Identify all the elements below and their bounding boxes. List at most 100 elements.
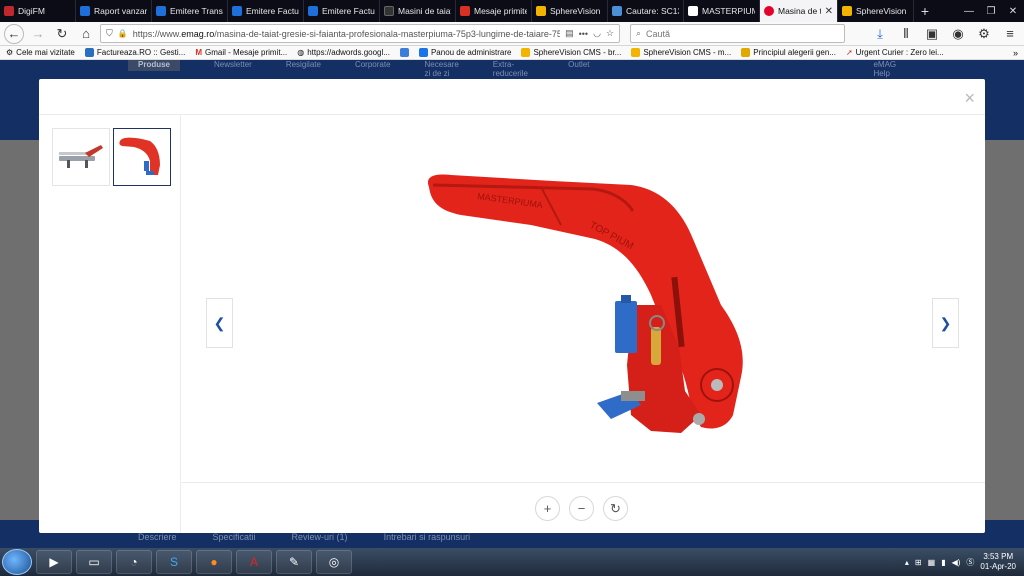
products-menu-button: Produse <box>128 60 181 71</box>
url-prefix: https://www. <box>132 28 182 39</box>
home-icon[interactable]: ⌂ <box>76 24 96 44</box>
tray-expand-icon[interactable]: ▴ <box>905 558 909 567</box>
handle-thumbnail <box>119 137 160 175</box>
forward-arrow-icon[interactable]: → <box>28 24 48 44</box>
bookmark-item[interactable]: Panou de administrare <box>418 48 512 57</box>
lock-icon[interactable]: 🔒 <box>118 29 128 38</box>
browser-tab[interactable]: SphereVision <box>838 0 914 22</box>
bookmark-item[interactable]: ➚ Urgent Curier : Zero lei... <box>846 48 944 57</box>
reload-icon[interactable]: ↻ <box>52 24 72 44</box>
volume-icon[interactable]: ◀) <box>952 558 961 567</box>
tab-specifications: Specificatii <box>212 532 256 542</box>
windows-start-icon[interactable] <box>2 549 32 575</box>
globe-icon: ◍ <box>297 48 305 57</box>
tab-label: SphereVision <box>550 6 601 16</box>
clock-date: 01-Apr-20 <box>980 562 1016 571</box>
bookmark-item[interactable]: ⚙ Cele mai vizitate <box>6 48 75 57</box>
download-icon[interactable]: ⤓ <box>870 24 890 44</box>
browser-tab[interactable]: MASTERPIUMA <box>684 0 760 22</box>
bookmark-item[interactable]: Principiul alegerii gen... <box>741 48 836 57</box>
url-bar[interactable]: ⛉ 🔒 https://www.emag.ro/masina-de-taiat-… <box>100 24 620 43</box>
page-actions-icon[interactable]: ••• <box>579 29 588 39</box>
browser-tab[interactable]: Emitere Transp <box>152 0 228 22</box>
bookmark-star-icon[interactable]: ☆ <box>606 28 614 39</box>
menu-icon[interactable]: ≡ <box>1000 24 1020 44</box>
shield-icon[interactable]: ⛉ <box>106 28 113 39</box>
clock[interactable]: 3:53 PM 01-Apr-20 <box>980 552 1016 572</box>
previous-image-button[interactable]: ❮ <box>206 298 233 348</box>
bookmark-favicon-icon <box>741 48 751 57</box>
zoom-out-button[interactable]: − <box>569 496 594 521</box>
tile-cutter-thumbnail <box>59 145 103 168</box>
search-input[interactable]: ⌕ Caută <box>630 24 845 43</box>
pocket-icon[interactable]: ◡ <box>593 28 601 39</box>
notes-app-icon[interactable]: ✎ <box>276 550 312 574</box>
close-window-icon[interactable]: ✕ <box>1002 0 1024 22</box>
bookmark-item[interactable]: SphereVision CMS - m... <box>631 48 731 57</box>
browser-tab[interactable]: SphereVision <box>532 0 608 22</box>
browser-tab[interactable]: Raport vanzari <box>76 0 152 22</box>
reader-view-icon[interactable]: ▤ <box>565 28 574 39</box>
windows-flag-icon[interactable]: ⊞ <box>915 558 922 567</box>
tab-favicon-icon <box>156 6 166 16</box>
acrobat-icon[interactable]: A <box>236 550 272 574</box>
tab-favicon-icon <box>80 6 90 16</box>
nav-link: Corporate <box>354 60 391 69</box>
url-text[interactable]: https://www.emag.ro/masina-de-taiat-gres… <box>133 29 560 39</box>
file-explorer-icon[interactable]: ▭ <box>76 550 112 574</box>
tab-label: Emitere Factur <box>322 6 375 16</box>
back-arrow-icon[interactable]: ← <box>4 23 24 44</box>
restore-icon[interactable]: ❐ <box>980 0 1002 22</box>
network-icon[interactable]: ▮ <box>941 558 945 567</box>
bookmark-label: SphereVision CMS - br... <box>533 48 622 57</box>
browser-tab[interactable]: Cautare: SC130 <box>608 0 684 22</box>
thumbnail-2-selected[interactable] <box>113 128 171 186</box>
browser-navbar: ← → ↻ ⌂ ⛉ 🔒 https://www.emag.ro/masina-d… <box>0 22 1024 46</box>
reset-zoom-button[interactable]: ↻ <box>603 496 628 521</box>
extensions-icon[interactable]: ⚙ <box>974 24 994 44</box>
tile-cutter-handle-image: MASTERPIUMA TOP PIUM <box>427 174 743 433</box>
new-tab-button[interactable]: + <box>914 0 936 22</box>
bookmark-item[interactable]: ◍ https://adwords.googl... <box>297 48 390 57</box>
bookmark-item[interactable]: Factureaza.RO :: Gesti... <box>84 48 185 57</box>
tab-favicon-icon <box>842 6 852 16</box>
media-player-icon[interactable]: ▶ <box>36 550 72 574</box>
nav-link: Resigilate <box>285 60 321 69</box>
bookmark-item[interactable] <box>399 48 409 57</box>
library-icon[interactable]: ⫴ <box>896 24 916 44</box>
browser-tab-active[interactable]: Masina de t ✕ <box>760 0 838 22</box>
account-icon[interactable]: ◉ <box>948 24 968 44</box>
windows-taskbar: ▶ ▭ ◔ S ● A ✎ ◎ ▴ ⊞ ▦ ▮ ◀) Ⓢ 3:53 PM 01-… <box>0 548 1024 576</box>
bookmark-item[interactable]: SphereVision CMS - br... <box>521 48 621 57</box>
thumbnail-1[interactable] <box>52 128 110 186</box>
tab-questions: Intrebari si raspunsuri <box>383 532 471 542</box>
browser-tab[interactable]: Emitere Factur <box>228 0 304 22</box>
bookmark-label: SphereVision CMS - m... <box>643 48 732 57</box>
tab-description: Descriere <box>138 532 177 542</box>
close-icon[interactable]: × <box>964 88 975 109</box>
minimize-icon[interactable]: — <box>958 0 980 22</box>
nav-link: Outlet <box>568 60 590 69</box>
bookmark-item[interactable]: M Gmail - Mesaje primit... <box>195 48 287 57</box>
chat-app-icon[interactable]: ◔ <box>116 550 152 574</box>
browser-tab-strip: DigiFM Raport vanzari Emitere Transp Emi… <box>0 0 1024 22</box>
browser-tab[interactable]: Masini de taiat <box>380 0 456 22</box>
action-center-icon[interactable]: ▦ <box>928 558 936 567</box>
bookmark-label: Panou de administrare <box>430 48 512 57</box>
skype-icon[interactable]: S <box>156 550 192 574</box>
app-icon[interactable]: ◎ <box>316 550 352 574</box>
bookmarks-overflow-icon[interactable]: » <box>1013 48 1018 58</box>
browser-tab[interactable]: DigiFM <box>0 0 76 22</box>
bookmark-favicon-icon <box>84 48 94 57</box>
next-image-button[interactable]: ❯ <box>932 298 959 348</box>
close-tab-icon[interactable]: ✕ <box>825 6 833 17</box>
tab-favicon-icon <box>536 6 546 16</box>
gmail-icon: M <box>195 48 203 57</box>
browser-tab[interactable]: Emitere Factur <box>304 0 380 22</box>
nav-right-icons: ⤓ ⫴ ▣ ◉ ⚙ ≡ <box>870 24 1020 44</box>
sidebar-icon[interactable]: ▣ <box>922 24 942 44</box>
zoom-in-button[interactable]: + <box>535 496 560 521</box>
firefox-icon[interactable]: ● <box>196 550 232 574</box>
skype-tray-icon[interactable]: Ⓢ <box>966 557 974 568</box>
browser-tab[interactable]: Mesaje primite <box>456 0 532 22</box>
